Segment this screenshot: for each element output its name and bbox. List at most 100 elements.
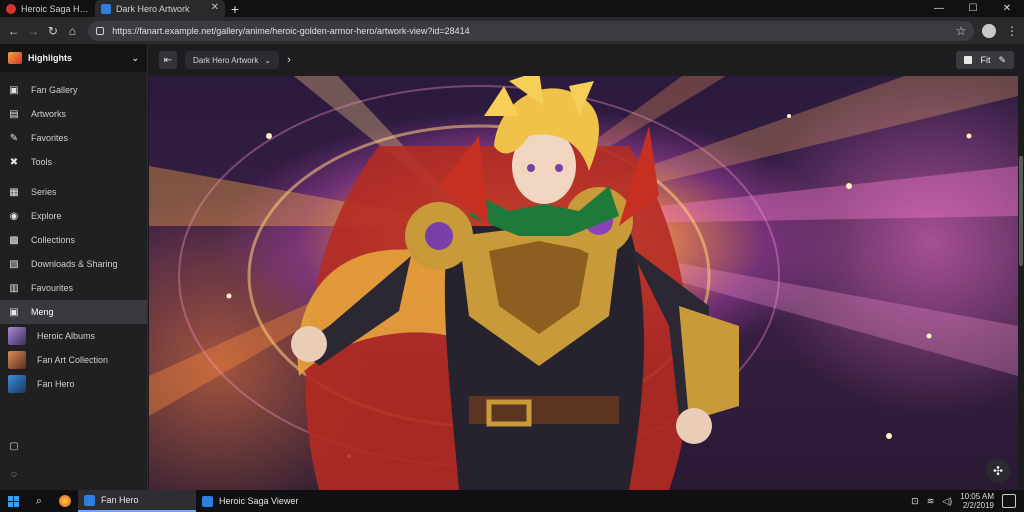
sidebar-recent-fan-art-collection[interactable]: Fan Art Collection [0,348,147,372]
artworks-icon: ▤ [9,108,19,120]
sidebar-item-artworks[interactable]: ▤ Artworks [0,102,147,126]
maximize-button[interactable]: ☐ [956,0,990,17]
sidebar-item-label: Collections [31,235,76,245]
sidebar-item-label: Artworks [31,109,67,119]
fit-view-button[interactable]: Fit ✎ [956,51,1014,69]
search-icon[interactable]: ⌕ [26,490,52,512]
browser-menu-icon[interactable]: ⋮ [1006,24,1018,38]
fit-icon [964,56,973,64]
sidebar-item-label: Tools [31,157,53,167]
artwork-scrollbar[interactable] [1018,76,1024,490]
favourites-icon: ▥ [9,282,19,294]
notification-icon[interactable] [1002,494,1016,508]
sidebar-item-label: Meng [31,307,54,317]
forward-arrow-icon[interactable]: → [26,23,42,39]
sidebar-item-series[interactable]: ▦ Series [0,180,147,204]
profile-avatar[interactable] [982,23,997,38]
sidebar-item-downloads[interactable]: ▧ Downloads & Sharing [0,252,147,276]
home-icon[interactable]: ⌂ [65,23,81,39]
app-logo-icon [8,52,22,64]
sidebar-item-favourites[interactable]: ▥ Favourites [0,276,147,300]
browser-tab-1[interactable]: Heroic Saga Hub [0,0,95,17]
window-controls: — ☐ ✕ [922,0,1024,17]
app-sidebar: Highlights ⌄ ▣ Fan Gallery ▤ Artworks ✎ Fav… [0,44,148,490]
clock[interactable]: 10:05 AM 2/2/2019 [960,492,994,510]
new-tab-button[interactable]: + [225,0,245,17]
content-toolbar: ⇤ Dark Hero Artwork ⌄ › Fit ✎ [149,44,1024,76]
start-button[interactable] [0,490,26,512]
minimize-button[interactable]: — [922,0,956,17]
app-icon [84,494,95,506]
back-arrow-icon[interactable]: ← [6,23,22,39]
collections-icon: ▩ [9,234,19,246]
tab-favicon-icon [101,3,111,14]
album-thumbnail [8,327,26,345]
chevron-down-icon: ⌄ [264,55,272,65]
sidebar-item-label: Fan Gallery [31,85,78,95]
scrollbar-thumb[interactable] [1019,156,1023,266]
settings-icon[interactable]: ◌ [8,468,20,480]
clock-date: 2/2/2019 [962,501,994,510]
star-icon[interactable]: ☆ [956,24,967,38]
sidebar-item-label: Heroic Albums [37,331,96,341]
tab-title: Heroic Saga Hub [21,3,89,14]
cube-icon[interactable]: ▢ [8,440,20,452]
tab-title: Dark Hero Artwork [116,3,190,14]
breadcrumb-label: Dark Hero Artwork [193,55,259,65]
sidebar-recent-fan-hero[interactable]: Fan Hero [0,372,147,396]
url-text[interactable]: https://fanart.example.net/gallery/anime… [112,26,469,36]
gallery-icon: ▣ [9,84,19,96]
edit-icon[interactable]: ✎ [998,55,1006,66]
series-icon: ▦ [9,186,19,198]
browser-app-icon[interactable] [52,490,78,512]
tools-icon: ✖ [9,156,19,168]
address-bar[interactable]: https://fanart.example.net/gallery/anime… [88,20,975,41]
sidebar-item-collections[interactable]: ▩ Collections [0,228,147,252]
close-window-button[interactable]: ✕ [990,0,1024,17]
sidebar-item-fan-gallery[interactable]: ▣ Fan Gallery [0,78,147,102]
sidebar-item-label: Explore [31,211,62,221]
breadcrumb-next-icon[interactable]: › [287,54,291,66]
tab-favicon-icon [6,3,16,14]
sidebar-item-meng[interactable]: ▣ Meng [0,300,147,324]
collection-thumbnail [8,351,26,369]
sidebar-item-label: Favorites [31,133,69,143]
sidebar-item-tools[interactable]: ✖ Tools [0,150,147,174]
clock-time: 10:05 AM [960,492,994,501]
explore-icon: ◉ [9,210,19,222]
taskbar-app-label: Heroic Saga Viewer [219,496,299,506]
back-to-gallery-icon[interactable]: ⇤ [159,51,177,69]
meng-icon: ▣ [9,306,19,318]
chevron-down-icon[interactable]: ⌄ [131,53,139,64]
sidebar-item-label: Downloads & Sharing [31,259,118,269]
reload-icon[interactable]: ↻ [45,23,61,39]
fit-label: Fit [980,55,991,65]
sidebar-item-favorites[interactable]: ✎ Favorites [0,126,147,150]
taskbar-app-fan-hero[interactable]: Fan Hero [78,490,196,512]
hero-illustration [149,76,1018,490]
sidebar-header[interactable]: Highlights ⌄ [0,44,147,72]
sidebar-item-explore[interactable]: ◉ Explore [0,204,147,228]
sidebar-item-label: Fan Hero [37,379,75,389]
volume-icon[interactable]: ◁) [942,496,952,507]
browser-tab-2[interactable]: Dark Hero Artwork ✕ [95,0,225,17]
taskbar-app-label: Fan Hero [101,495,139,505]
breadcrumb[interactable]: Dark Hero Artwork ⌄ [185,51,280,69]
sidebar-item-label: Fan Art Collection [37,355,109,365]
tab-close-icon[interactable]: ✕ [211,2,219,13]
sidebar-item-label: Favourites [31,283,74,293]
wifi-icon[interactable]: ≋ [927,496,935,507]
pencil-icon: ✎ [9,132,19,144]
fan-hero-thumbnail [8,375,26,393]
download-icon: ▧ [9,258,19,270]
taskbar-app-viewer[interactable]: Heroic Saga Viewer [196,490,314,512]
sidebar-recent-heroic-albums[interactable]: Heroic Albums [0,324,147,348]
move-tool-button[interactable]: ✣ [986,459,1010,483]
windows-logo-icon [7,495,19,507]
system-tray: ⊡ ≋ ◁) 10:05 AM 2/2/2019 [911,492,1024,510]
browser-toolbar: ← → ↻ ⌂ https://fanart.example.net/galle… [0,17,1024,44]
network-icon[interactable]: ⊡ [911,496,919,507]
browser-tab-strip: Heroic Saga Hub Dark Hero Artwork ✕ + — … [0,0,1024,17]
artwork-image[interactable] [149,76,1018,490]
sidebar-item-label: Series [31,187,57,197]
